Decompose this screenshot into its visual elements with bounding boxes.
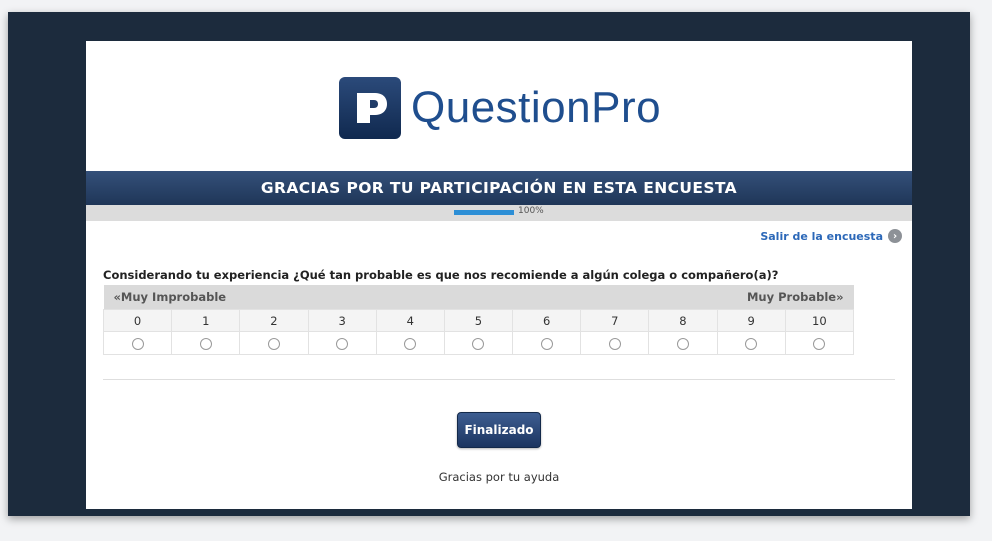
scale-label-1: 1: [171, 309, 241, 332]
survey-page: QuestionPro GRACIAS POR TU PARTICIPACIÓN…: [86, 41, 912, 509]
scale-radio-row: [102, 331, 855, 355]
progress-label: 100%: [518, 206, 544, 216]
scale-label-0: 0: [102, 309, 173, 332]
progress-bar: 100%: [86, 205, 912, 221]
page-title: GRACIAS POR TU PARTICIPACIÓN EN ESTA ENC…: [86, 171, 912, 205]
questionpro-logo-mark: [339, 77, 401, 139]
scale-anchors-row: «Muy Improbable Muy Probable»: [103, 285, 854, 310]
question-text: Considerando tu experiencia ¿Qué tan pro…: [103, 268, 779, 282]
thanks-text: Gracias por tu ayuda: [438, 470, 560, 484]
questionpro-logo: QuestionPro: [339, 77, 661, 139]
radio-8[interactable]: [676, 337, 689, 350]
radio-9[interactable]: [745, 337, 758, 350]
left-anchor-label: «Muy Improbable: [103, 285, 445, 310]
radio-5[interactable]: [472, 337, 485, 350]
scale-label-5: 5: [443, 309, 514, 332]
radio-1[interactable]: [199, 337, 212, 350]
scale-label-6: 6: [512, 309, 582, 332]
chevron-right-circle-icon[interactable]: ›: [888, 229, 902, 243]
scale-label-10: 10: [784, 309, 855, 332]
nps-scale: «Muy Improbable Muy Probable» 0 1 2 3 4 …: [102, 285, 855, 355]
brand-name: QuestionPro: [411, 83, 662, 132]
radio-0[interactable]: [131, 337, 144, 350]
progress-fill: [454, 210, 514, 215]
progress-track: [454, 210, 514, 215]
radio-6[interactable]: [540, 337, 553, 350]
radio-4[interactable]: [404, 337, 417, 350]
radio-2[interactable]: [267, 337, 280, 350]
scale-numbers-row: 0 1 2 3 4 5 6 7 8 9 10: [102, 309, 855, 332]
scale-label-3: 3: [307, 309, 377, 332]
exit-survey-link[interactable]: Salir de la encuesta ›: [760, 229, 902, 243]
scale-label-8: 8: [648, 309, 718, 332]
scale-label-2: 2: [239, 309, 309, 332]
radio-10[interactable]: [813, 337, 826, 350]
finish-button[interactable]: Finalizado: [457, 412, 541, 448]
radio-3[interactable]: [336, 337, 349, 350]
exit-survey-label: Salir de la encuesta: [760, 229, 883, 243]
right-anchor-label: Muy Probable»: [444, 285, 854, 310]
radio-7[interactable]: [608, 337, 621, 350]
scale-label-7: 7: [580, 309, 650, 332]
divider: [103, 379, 895, 380]
scale-label-4: 4: [375, 309, 445, 332]
scale-label-9: 9: [716, 309, 786, 332]
screenshot-frame: QuestionPro GRACIAS POR TU PARTICIPACIÓN…: [8, 12, 970, 516]
